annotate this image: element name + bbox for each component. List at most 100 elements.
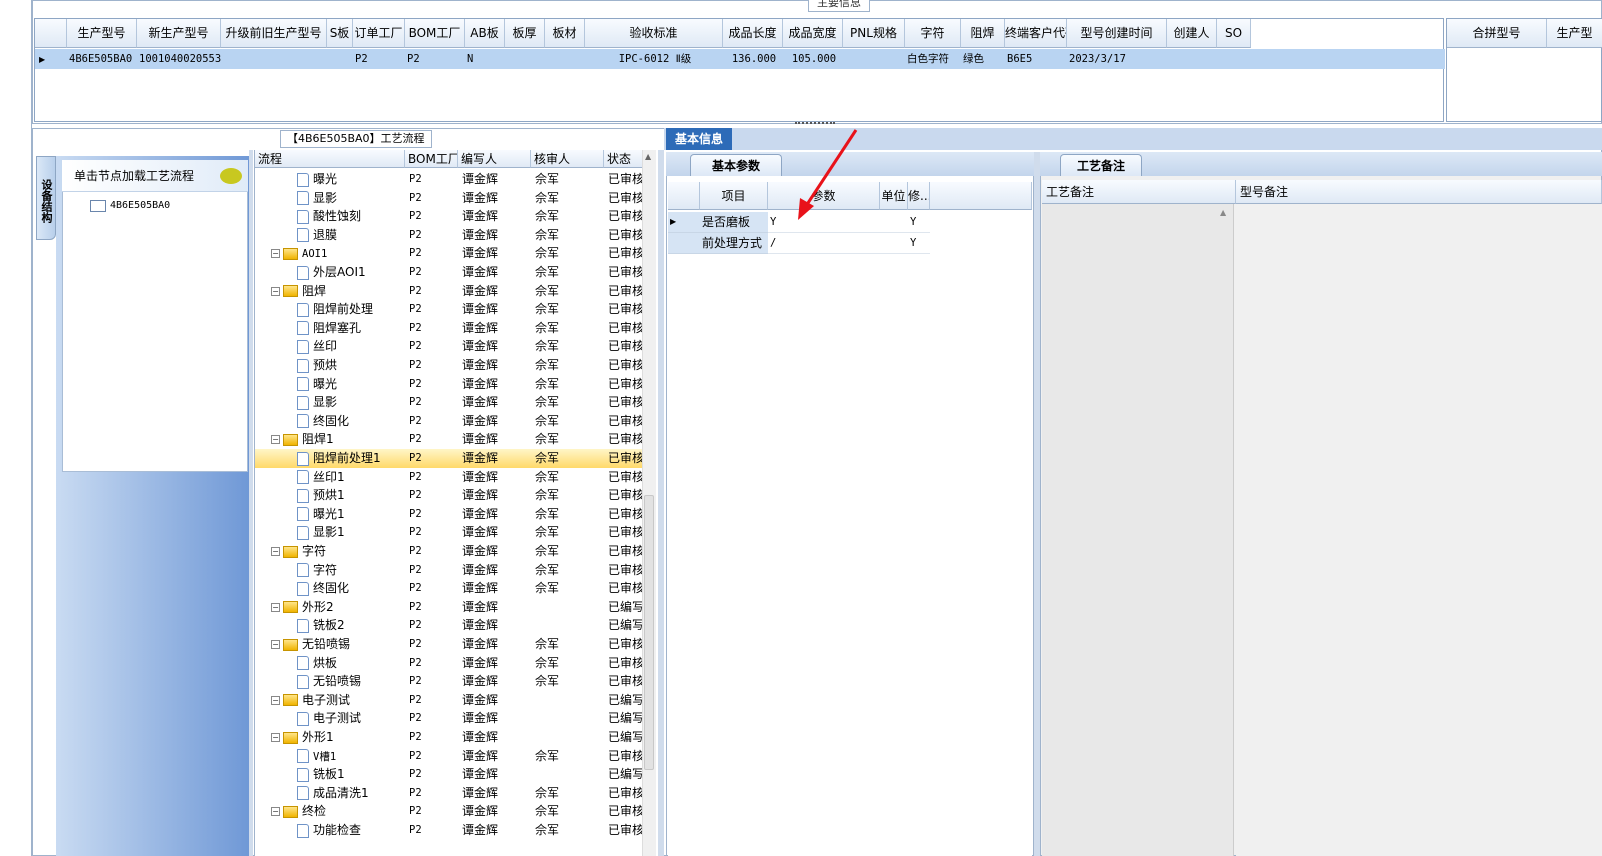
param-col-header[interactable]: 修... [908,182,930,210]
top-cell[interactable] [1217,49,1251,69]
top-col-header[interactable]: 创建人 [1167,19,1217,48]
tree-node[interactable]: 字符 [297,561,405,580]
collapse-icon[interactable]: − [271,695,280,705]
tree-row[interactable]: 铣板1 P2 谭金辉 已编写 [255,765,647,784]
row-selector[interactable] [668,233,700,254]
top-cell[interactable]: N [465,49,505,69]
tree-row[interactable]: 字符 P2 谭金辉 佘军 已审核 [255,561,647,580]
tab-basic-params[interactable]: 基本参数 [690,154,782,176]
top-cell[interactable]: 白色字符 [905,49,961,69]
tree-row[interactable]: − 无铅喷锡 P2 谭金辉 佘军 已审核 [255,635,647,654]
top-cell[interactable]: 4B6E505BA0 [67,49,137,69]
model-remark-field[interactable] [1236,204,1602,856]
tree-node[interactable]: 烘板 [297,654,405,673]
tree-node[interactable]: − AOI1 [271,244,405,264]
param-unit-cell[interactable] [880,233,908,254]
tree-node[interactable]: 铣板2 [297,616,405,635]
tree-node[interactable]: 丝印1 [297,468,405,487]
tree-row[interactable]: − 字符 P2 谭金辉 佘军 已审核 [255,542,647,561]
tree-row[interactable]: 阻焊前处理1 P2 谭金辉 佘军 已审核 [255,449,647,468]
tab-device-structure[interactable]: 设备结构 [36,156,56,240]
top-cell[interactable]: 绿色 [961,49,1005,69]
tree-node[interactable]: 终固化 [297,579,405,598]
tree-row[interactable]: 曝光 P2 谭金辉 佘军 已审核 [255,375,647,394]
top-cell[interactable]: P2 [353,49,405,69]
tab-basic-info[interactable]: 基本信息 [666,128,732,150]
top-col-header[interactable]: PNL规格 [843,19,905,48]
top-col-header[interactable]: 成品长度 [723,19,783,48]
collapse-icon[interactable]: − [271,286,280,296]
tree-node[interactable]: 曝光1 [297,505,405,524]
top-col-header[interactable]: 订单工厂 [353,19,405,48]
top-cell[interactable]: IPC-6012 Ⅱ级 [585,49,723,69]
top-cell[interactable]: B6E5 [1005,49,1067,69]
tree-row[interactable]: 终固化 P2 谭金辉 佘军 已审核 [255,579,647,598]
top-col-header[interactable]: SO [1217,19,1251,48]
tree-node[interactable]: 成品清洗1 [297,784,405,803]
tree-row[interactable]: − 电子测试 P2 谭金辉 已编写 [255,691,647,710]
tree-node[interactable]: 阻焊前处理 [297,300,405,319]
param-modify-cell[interactable]: Y [908,212,930,233]
tree-row[interactable]: 预烘1 P2 谭金辉 佘军 已审核 [255,486,647,505]
tree-row[interactable]: 电子测试 P2 谭金辉 已编写 [255,709,647,728]
tree-row[interactable]: 无铅喷锡 P2 谭金辉 佘军 已审核 [255,672,647,691]
top-col-header[interactable]: 板材 [545,19,585,48]
tree-row[interactable]: 酸性蚀刻 P2 谭金辉 佘军 已审核 [255,207,647,226]
top-cell[interactable] [505,49,545,69]
tree-row[interactable]: 成品清洗1 P2 谭金辉 佘军 已审核 [255,784,647,803]
top-col-header[interactable]: 字符 [905,19,961,48]
tree-row[interactable]: 铣板2 P2 谭金辉 已编写 [255,616,647,635]
top-cell[interactable]: 2023/3/17 [1067,49,1167,69]
tree-row[interactable]: V槽1 P2 谭金辉 佘军 已审核 [255,747,647,766]
tree-node[interactable]: 无铅喷锡 [297,672,405,691]
tree-col-header[interactable]: 状态 [604,150,647,168]
tree-node[interactable]: 曝光 [297,375,405,394]
tree-node[interactable]: − 终检 [271,802,405,821]
top-cell[interactable]: 136.000 [723,49,783,69]
tree-node[interactable]: 显影1 [297,523,405,542]
tree-scrollbar-thumb[interactable] [644,495,654,770]
tree-col-header[interactable]: BOM工厂 [405,150,458,168]
tree-node[interactable]: − 无铅喷锡 [271,635,405,654]
param-col-header[interactable]: 项目 [700,182,768,210]
tree-node[interactable]: 预烘1 [297,486,405,505]
collapse-icon[interactable]: − [271,547,280,556]
tree-node[interactable]: V槽1 [297,747,405,767]
tree-row[interactable]: 曝光1 P2 谭金辉 佘军 已审核 [255,505,647,524]
merge-col-header[interactable]: 合拼型号 [1447,19,1547,48]
top-col-header[interactable]: 终端客户代码 [1005,19,1067,48]
tree-row[interactable]: − 外形2 P2 谭金辉 已编写 [255,598,647,617]
tree-node[interactable]: − 外形2 [271,598,405,617]
merge-col-header[interactable]: 生产型 [1547,19,1602,48]
tree-node[interactable]: 阻焊前处理1 [297,449,405,468]
tree-node[interactable]: 显影 [297,393,405,412]
vertical-splitter[interactable] [249,150,253,856]
top-cell[interactable] [545,49,585,69]
tree-node[interactable]: 终固化 [297,412,405,431]
tree-node-model[interactable]: 4B6E505BA0 [90,198,170,214]
top-cell[interactable]: 10010400205538 [137,49,221,69]
param-unit-cell[interactable] [880,212,908,233]
tree-node[interactable]: 电子测试 [297,709,405,728]
tree-row[interactable]: − AOI1 P2 谭金辉 佘军 已审核 [255,244,647,263]
tree-node[interactable]: 外层AOI1 [297,263,405,282]
top-col-header[interactable]: BOM工厂 [405,19,465,48]
scroll-up-icon[interactable]: ▲ [1220,208,1226,217]
tree-row[interactable]: 烘板 P2 谭金辉 佘军 已审核 [255,654,647,673]
top-cell[interactable] [1167,49,1217,69]
top-col-header[interactable]: AB板 [465,19,505,48]
tree-node[interactable]: 酸性蚀刻 [297,207,405,226]
tree-node[interactable]: 功能检查 [297,821,405,840]
top-cell[interactable] [327,49,353,69]
tree-row[interactable]: 退膜 P2 谭金辉 佘军 已审核 [255,226,647,245]
tree-node[interactable]: 丝印 [297,337,405,356]
tree-row[interactable]: 曝光 P2 谭金辉 佘军 已审核 [255,170,647,189]
tree-node[interactable]: − 阻焊 [271,282,405,301]
top-col-header[interactable]: 新生产型号 [137,19,221,48]
top-cell[interactable] [843,49,905,69]
top-col-header[interactable]: 板厚 [505,19,545,48]
tree-row[interactable]: 显影 P2 谭金辉 佘军 已审核 [255,189,647,208]
tree-node[interactable]: 预烘 [297,356,405,375]
collapse-icon[interactable]: − [271,640,280,649]
tree-row[interactable]: 丝印1 P2 谭金辉 佘军 已审核 [255,468,647,487]
